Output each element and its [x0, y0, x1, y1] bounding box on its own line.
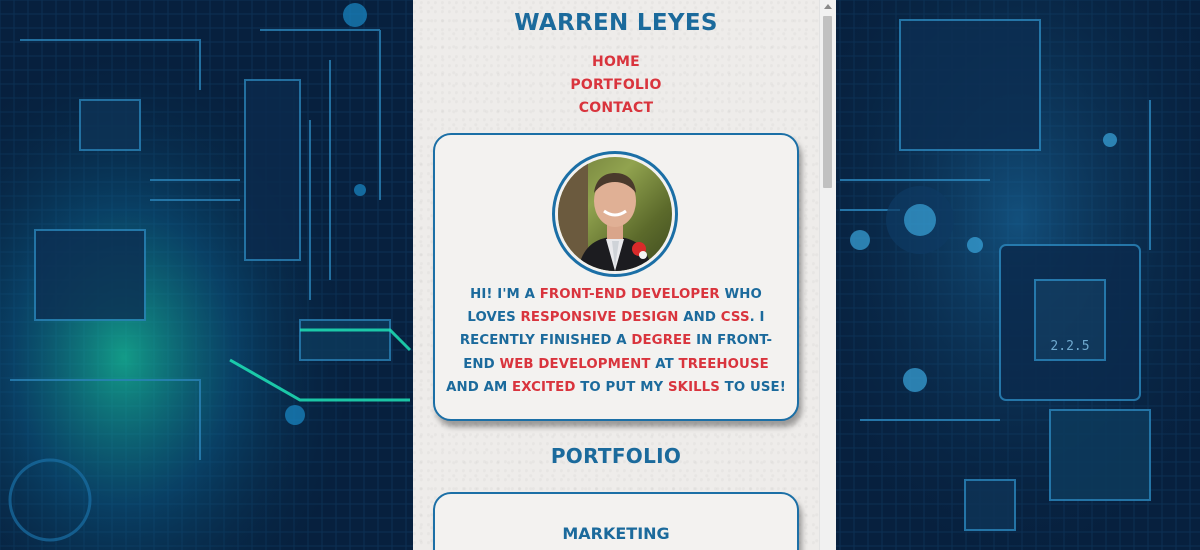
- profile-portrait: [558, 157, 652, 271]
- intro-keyword: SKILLS: [667, 379, 720, 395]
- intro-text-segment: TO PUT MY: [575, 379, 668, 395]
- chip-label: 2.2.5: [1050, 339, 1089, 354]
- intro-text-segment: AND AM: [446, 379, 513, 395]
- about-card: HI! I'M A FRONT-END DEVELOPER WHO LOVES …: [433, 133, 799, 421]
- scroll-up-arrow-icon[interactable]: [824, 4, 832, 9]
- intro-text: HI! I'M A FRONT-END DEVELOPER WHO LOVES …: [445, 283, 787, 399]
- intro-keyword: RESPONSIVE DESIGN: [520, 310, 679, 326]
- intro-keyword: WEB DEVELOPMENT: [499, 356, 651, 372]
- portfolio-card-marketing[interactable]: MARKETING: [433, 492, 799, 550]
- page-content: WARREN LEYES HOME PORTFOLIO CONTACT HI! …: [413, 0, 819, 550]
- intro-keyword: CSS: [720, 310, 750, 326]
- intro-keyword: DEGREE: [631, 333, 692, 349]
- scroll-thumb[interactable]: [823, 16, 832, 188]
- nav-link-contact[interactable]: CONTACT: [413, 97, 819, 120]
- portfolio-card-title: MARKETING: [562, 524, 670, 543]
- main-nav: HOME PORTFOLIO CONTACT: [413, 51, 819, 120]
- intro-text-segment: TO USE!: [719, 379, 786, 395]
- portfolio-heading: PORTFOLIO: [550, 444, 682, 468]
- profile-avatar: [552, 151, 678, 277]
- intro-keyword: TREEHOUSE: [678, 356, 769, 372]
- nav-link-portfolio[interactable]: PORTFOLIO: [413, 74, 819, 97]
- nav-link-home[interactable]: HOME: [413, 51, 819, 74]
- intro-text-segment: HI! I'M A: [470, 287, 540, 302]
- intro-text-segment: AT: [650, 356, 679, 372]
- vertical-scrollbar[interactable]: [819, 0, 836, 550]
- intro-text-segment: AND: [678, 310, 721, 326]
- site-title[interactable]: WARREN LEYES: [413, 10, 819, 36]
- intro-keyword: EXCITED: [512, 379, 576, 395]
- intro-keyword: FRONT-END DEVELOPER: [539, 287, 720, 302]
- profile-photo: [558, 157, 672, 271]
